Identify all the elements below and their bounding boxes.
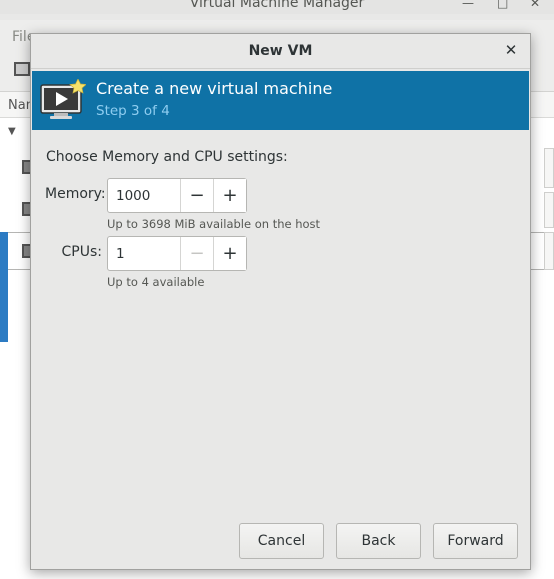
memory-spinbutton: − + bbox=[107, 178, 247, 213]
memory-input[interactable] bbox=[108, 179, 180, 212]
cpus-decrement-button[interactable]: − bbox=[180, 237, 213, 270]
monitor-play-icon bbox=[40, 79, 86, 119]
cpus-hint: Up to 4 available bbox=[107, 275, 205, 289]
memory-label: Memory: bbox=[45, 186, 106, 202]
vmm-titlebar: Virtual Machine Manager — □ ✕ bbox=[0, 0, 554, 14]
selection-highlight bbox=[0, 232, 8, 342]
cancel-button[interactable]: Cancel bbox=[239, 523, 324, 559]
cpus-increment-button[interactable]: + bbox=[213, 237, 246, 270]
memory-increment-button[interactable]: + bbox=[213, 179, 246, 212]
memory-decrement-button[interactable]: − bbox=[180, 179, 213, 212]
minimize-button[interactable]: — bbox=[462, 0, 474, 10]
dialog-title: New VM bbox=[248, 43, 313, 59]
section-label: Choose Memory and CPU settings: bbox=[46, 149, 288, 165]
cpus-input[interactable] bbox=[108, 237, 180, 270]
close-icon[interactable]: ✕ bbox=[502, 41, 520, 59]
new-vm-dialog: New VM ✕ Create a new virtual machine St… bbox=[30, 33, 531, 570]
window-close-button[interactable]: ✕ bbox=[530, 0, 540, 10]
wizard-banner: Create a new virtual machine Step 3 of 4 bbox=[32, 71, 529, 130]
vm-row-edge bbox=[544, 192, 554, 228]
forward-button[interactable]: Forward bbox=[433, 523, 518, 559]
banner-step: Step 3 of 4 bbox=[96, 103, 170, 119]
vm-row-edge bbox=[544, 232, 554, 270]
cpus-spinbutton: − + bbox=[107, 236, 247, 271]
back-button[interactable]: Back bbox=[336, 523, 421, 559]
chevron-down-icon[interactable]: ▼ bbox=[8, 126, 16, 137]
new-vm-toolbar-icon[interactable] bbox=[14, 62, 30, 76]
banner-title: Create a new virtual machine bbox=[96, 79, 333, 98]
dialog-titlebar: New VM ✕ bbox=[31, 34, 530, 69]
memory-hint: Up to 3698 MiB available on the host bbox=[107, 217, 321, 231]
maximize-button[interactable]: □ bbox=[497, 0, 508, 10]
cpus-label: CPUs: bbox=[61, 244, 102, 260]
vm-row-edge bbox=[544, 148, 554, 188]
